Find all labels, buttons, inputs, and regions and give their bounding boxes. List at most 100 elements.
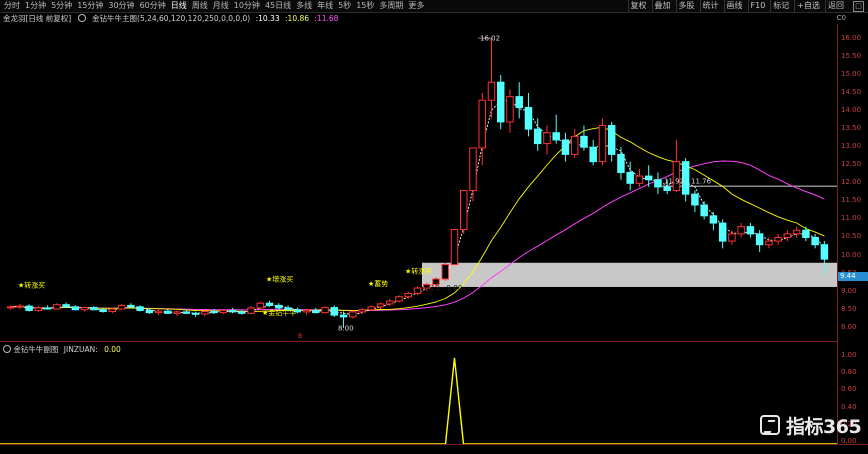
candle-body — [164, 310, 172, 314]
candle-body — [6, 306, 15, 309]
indicator-name[interactable]: 金钻牛牛主图(5,24,60,120,120,250,0,0,0,0) — [92, 14, 250, 23]
sub-indicator-circle-icon[interactable] — [3, 345, 11, 353]
candle-body — [617, 153, 625, 173]
sub-indicator-name[interactable]: 金钻牛牛副图 — [13, 345, 58, 354]
indicator-circle-icon[interactable] — [77, 14, 86, 22]
candle-body — [219, 309, 228, 314]
candle-body — [191, 312, 200, 315]
candle-body — [80, 307, 89, 311]
timeframe-tab-13[interactable]: 5秒 — [338, 0, 351, 12]
sell-marker-label: B — [298, 333, 302, 339]
candle-body — [154, 310, 163, 314]
candle-body — [321, 307, 329, 314]
candle-body — [755, 233, 764, 246]
price-tick: 10.50 — [841, 232, 862, 241]
candle-body — [487, 81, 496, 101]
candle-body — [395, 296, 403, 302]
candle-body — [108, 308, 117, 313]
signal-label-right-1: ★蓄势 — [368, 279, 388, 288]
current-price-tag: 9.44 — [838, 271, 868, 281]
candle-body — [478, 99, 486, 149]
watermark-text: 指标365 — [786, 416, 862, 438]
stock-label[interactable]: 金龙羽[日线 前复权] — [3, 14, 71, 23]
sub-indicator-chart[interactable] — [0, 354, 837, 446]
toolbar-button-7[interactable]: +自选 — [794, 0, 822, 12]
candle-body — [691, 193, 699, 206]
ma-value-magenta: :11.68 — [314, 14, 339, 23]
high-price-label: 16.02 — [480, 35, 500, 43]
price-tick: 10.00 — [841, 250, 862, 259]
timeframe-tab-15[interactable]: 多周期 — [379, 0, 403, 12]
toolbar-button-1[interactable]: 叠加 — [651, 0, 673, 12]
timeframe-tab-12[interactable]: 年线 — [317, 0, 333, 12]
timeframe-tab-7[interactable]: 周线 — [192, 0, 208, 12]
sub-indicator-series: JINZUAN: — [63, 345, 98, 354]
timeframe-tab-10[interactable]: 45日线 — [265, 0, 291, 12]
price-tick: 11.50 — [841, 196, 862, 205]
candle-body — [524, 106, 533, 130]
candle-body — [441, 264, 449, 280]
toolbar-button-2[interactable]: 多股 — [675, 0, 697, 12]
candle-body — [330, 307, 339, 316]
candle-body — [275, 304, 283, 309]
candle-body — [386, 300, 394, 305]
price-tick: 15.00 — [841, 69, 862, 78]
candle-body — [543, 132, 551, 145]
candle-body — [561, 139, 570, 155]
price-axis: 16.00 15.50 15.00 14.50 14.00 13.50 13.00 12.50… — [837, 24, 868, 445]
timeframe-tab-6[interactable]: 日线 — [171, 0, 187, 12]
price-tick: 16.00 — [841, 33, 862, 42]
candle-body — [672, 161, 681, 192]
candle-body — [99, 309, 107, 313]
price-tick: 15.50 — [841, 51, 862, 60]
timeframe-tab-5[interactable]: 60分钟 — [140, 0, 166, 12]
level-box-label: 11.92 - 11.76 — [664, 177, 712, 185]
candle-body — [644, 175, 653, 181]
toolbar-button-8[interactable]: 返回 — [825, 0, 846, 12]
timeframe-tab-9[interactable]: 10分钟 — [234, 0, 260, 12]
candle-body — [90, 307, 98, 311]
toolbar-button-6[interactable]: 标记 — [770, 0, 791, 12]
timeframe-tabs: 分时 1分钟 5分钟 15分钟 30分钟 60分钟 日线 周线 月线 10分钟 45日线 多线 年线 5秒… — [4, 0, 429, 12]
timeframe-tab-1[interactable]: 1分钟 — [25, 0, 46, 12]
price-tick: 13.50 — [841, 124, 862, 133]
price-tick: 8.50 — [841, 304, 857, 313]
timeframe-tab-2[interactable]: 5分钟 — [51, 0, 72, 12]
timeframe-tab-8[interactable]: 月线 — [213, 0, 229, 12]
timeframe-tab-3[interactable]: 15分钟 — [77, 0, 103, 12]
candle-body — [746, 226, 755, 235]
toolbar-button-3[interactable]: 统计 — [699, 0, 721, 12]
timeframe-tab-4[interactable]: 30分钟 — [108, 0, 134, 12]
candle-body — [210, 311, 218, 314]
candle-body — [496, 81, 505, 123]
toolbar-button-0[interactable]: 复权 — [627, 0, 649, 12]
candle-body — [182, 311, 191, 314]
price-tick: 13.00 — [841, 142, 862, 151]
candle-body — [256, 302, 265, 309]
price-tick: 8.00 — [841, 322, 857, 331]
candle-body — [201, 311, 209, 315]
candle-body — [718, 222, 727, 242]
candle-body — [367, 306, 376, 311]
candle-body — [71, 306, 80, 311]
panel-divider[interactable] — [0, 341, 837, 342]
price-tick: 9.00 — [841, 286, 857, 295]
price-tick: 11.00 — [841, 214, 862, 223]
indicator-info-line: 金龙羽[日线 前复权] 金钻牛牛主图(5,24,60,120,120,250,0… — [3, 13, 338, 24]
timeframe-tab-14[interactable]: 15秒 — [356, 0, 374, 12]
low-price-label: 8.00 — [338, 325, 354, 333]
sub-tick: 1.00 — [841, 351, 857, 359]
main-candlestick-chart[interactable]: 16.02 8.00 11.92 - 11.76 9.13 - 9.80 ★转涨买 ★增涨… — [0, 24, 837, 339]
candle-body — [16, 305, 24, 308]
candle-body — [765, 240, 773, 246]
window-toggle-icon[interactable]: □ — [853, 1, 864, 12]
timeframe-tab-11[interactable]: 多线 — [296, 0, 312, 12]
timeframe-tab-0[interactable]: 分时 — [4, 0, 20, 12]
candle-body — [506, 96, 514, 123]
candle-body — [358, 309, 366, 313]
candle-body — [589, 146, 597, 163]
signal-label-left: ★转涨买 — [18, 280, 45, 289]
toolbar-button-4[interactable]: 画线 — [723, 0, 745, 12]
timeframe-tab-16[interactable]: 更多 — [408, 0, 424, 12]
toolbar-button-5[interactable]: F10 — [747, 0, 768, 12]
